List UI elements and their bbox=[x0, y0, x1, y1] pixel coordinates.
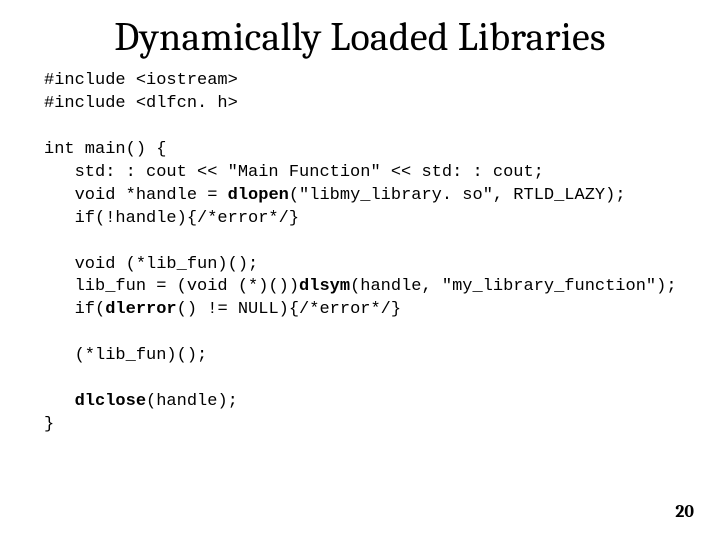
code-line: std: : cout << "Main Function" << std: :… bbox=[44, 163, 544, 182]
slide-title: Dynamically Loaded Libraries bbox=[0, 0, 720, 64]
code-block: #include <iostream> #include <dlfcn. h> … bbox=[0, 64, 720, 437]
code-line: (handle, "my_library_function"); bbox=[350, 277, 676, 296]
code-line: void *handle = bbox=[44, 186, 228, 205]
slide: Dynamically Loaded Libraries #include <i… bbox=[0, 0, 720, 540]
code-line: void (*lib_fun)(); bbox=[44, 255, 258, 274]
code-line: (handle); bbox=[146, 392, 238, 411]
code-keyword-dlclose: dlclose bbox=[75, 392, 146, 411]
code-line: if( bbox=[44, 300, 105, 319]
code-line: ("libmy_library. so", RTLD_LAZY); bbox=[289, 186, 626, 205]
code-line: } bbox=[44, 415, 54, 434]
code-line: if(!handle){/*error*/} bbox=[44, 209, 299, 228]
code-line bbox=[44, 392, 75, 411]
code-line: lib_fun = (void (*)()) bbox=[44, 277, 299, 296]
code-line: (*lib_fun)(); bbox=[44, 346, 207, 365]
code-line: #include <iostream> bbox=[44, 71, 238, 90]
page-number: 20 bbox=[675, 501, 694, 522]
code-line: int main() { bbox=[44, 140, 166, 159]
code-line: #include <dlfcn. h> bbox=[44, 94, 238, 113]
code-keyword-dlerror: dlerror bbox=[105, 300, 176, 319]
code-keyword-dlopen: dlopen bbox=[228, 186, 289, 205]
code-keyword-dlsym: dlsym bbox=[299, 277, 350, 296]
code-line: () != NULL){/*error*/} bbox=[177, 300, 401, 319]
